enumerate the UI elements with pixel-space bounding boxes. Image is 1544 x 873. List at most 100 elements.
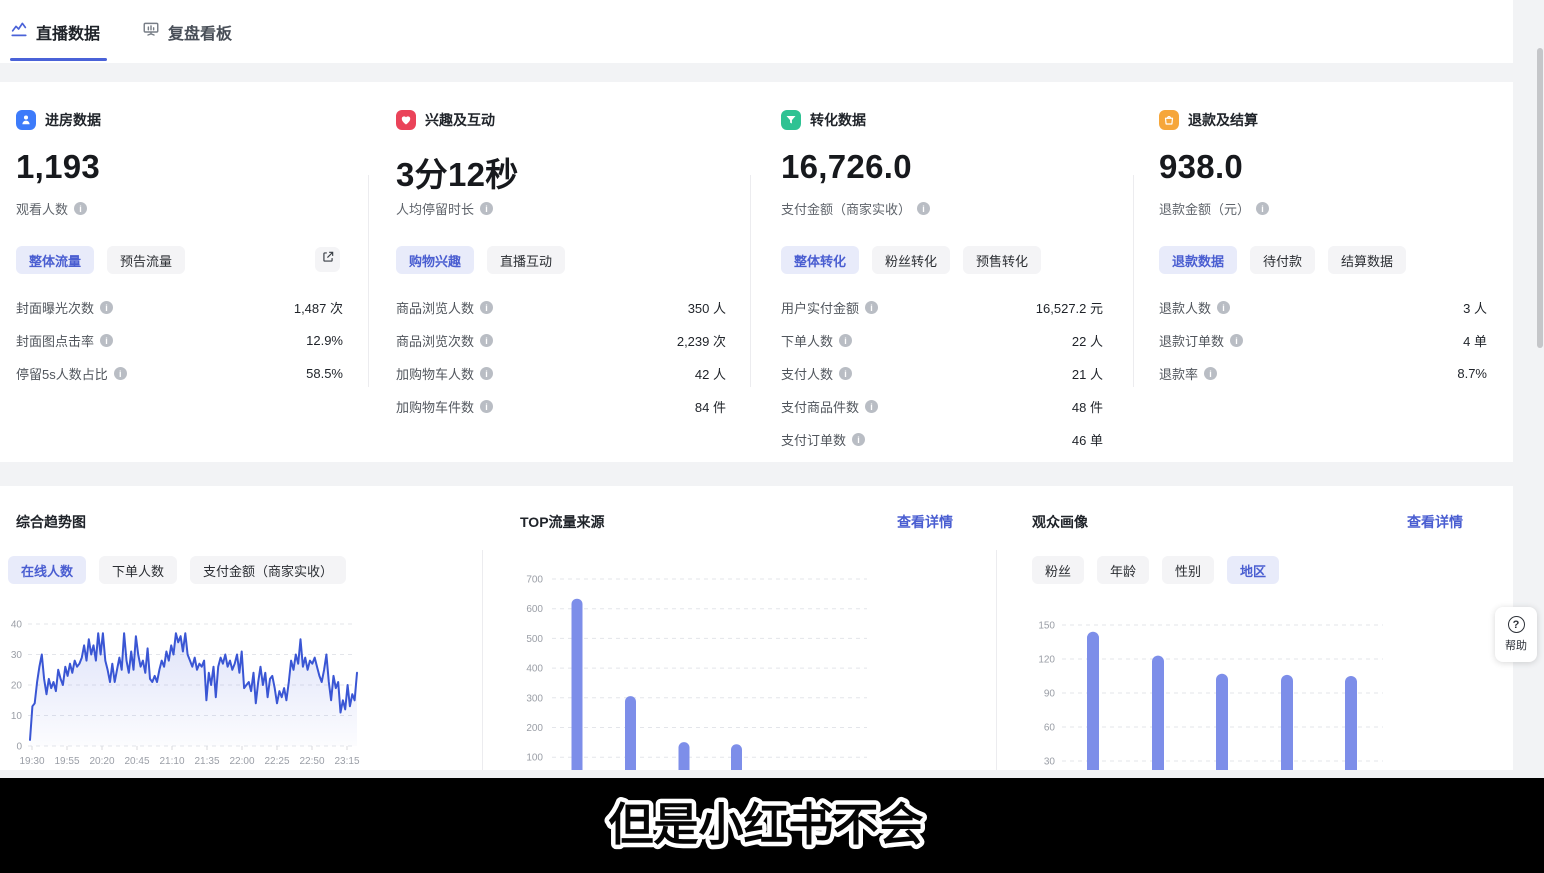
card-title: 转化数据 — [810, 110, 866, 130]
svg-text:20: 20 — [11, 681, 23, 692]
metric-label-text: 加购物车件数 — [396, 397, 474, 416]
subtitle-text: 但是小红书不会 — [608, 799, 923, 850]
info-icon[interactable]: i — [480, 367, 493, 380]
card-1-chip-1[interactable]: 直播互动 — [487, 246, 565, 274]
svg-text:22:25: 22:25 — [264, 756, 289, 767]
metric-label: 支付人数i — [781, 364, 852, 383]
svg-text:20:45: 20:45 — [124, 756, 149, 767]
metric-row: 下单人数i22 人 — [781, 324, 1103, 357]
metric-row: 退款人数 i 3 人 — [1159, 291, 1487, 324]
card-big-label-text: 退款金额（元） — [1159, 199, 1250, 218]
info-icon[interactable]: i — [839, 334, 852, 347]
stats-panel: 进房数据1,193观看人数i整体流量预告流量封面曝光次数i1,487 次封面图点… — [0, 82, 1513, 462]
metric-label: 商品浏览次数i — [396, 331, 493, 350]
metric-value: 350 人 — [688, 298, 726, 317]
metric-label: 封面图点击率 i — [16, 331, 113, 350]
card-metric-rows: 退款人数i3 人退款订单数i4 单退款率i8.7% — [1159, 291, 1487, 390]
svg-text:200: 200 — [526, 723, 543, 734]
card-title: 退款及结算 — [1188, 110, 1258, 130]
metric-value: 42 人 — [695, 364, 726, 383]
svg-text:22:50: 22:50 — [299, 756, 324, 767]
info-icon[interactable]: i — [100, 334, 113, 347]
metric-value: 1,487 次 — [294, 298, 343, 317]
info-icon[interactable]: i — [480, 202, 493, 215]
info-icon[interactable]: i — [839, 367, 852, 380]
metric-label: 退款人数 i — [1159, 298, 1230, 317]
card-3-chip-1[interactable]: 待付款 — [1250, 246, 1315, 274]
info-icon[interactable]: i — [480, 400, 493, 413]
card-2-chip-0[interactable]: 整体转化 — [781, 246, 859, 274]
info-icon[interactable]: i — [480, 334, 493, 347]
trend-chips-row: 在线人数下单人数支付金额（商家实收） — [8, 556, 346, 584]
card-big-label: 支付金额（商家实收）i — [781, 199, 930, 218]
card-chips-row: 整体流量预告流量 — [16, 246, 185, 274]
info-icon[interactable]: i — [865, 400, 878, 413]
line-chart-icon — [10, 20, 28, 43]
card-0-chip-0[interactable]: 整体流量 — [16, 246, 94, 274]
metric-label-text: 退款订单数 — [1159, 331, 1224, 350]
metric-label-text: 停留5s人数占比 — [16, 364, 108, 383]
stat-card-3: 退款及结算 938.0 退款金额（元） i 退款数据待付款结算数据退款人数 i 3 人退款订… — [1159, 82, 1487, 462]
metric-value: 2,239 次 — [677, 331, 726, 350]
metric-label-text: 封面图点击率 — [16, 331, 94, 350]
info-icon[interactable]: i — [1217, 301, 1230, 314]
tab-live-data[interactable]: 直播数据 — [10, 20, 100, 44]
card-2-chip-1[interactable]: 粉丝转化 — [872, 246, 950, 274]
traffic-bar-chart: 700600500400300200100 — [482, 546, 996, 770]
metric-label: 退款订单数 i — [1159, 331, 1243, 350]
card-2-chip-2[interactable]: 预售转化 — [963, 246, 1041, 274]
card-3-chip-2[interactable]: 结算数据 — [1328, 246, 1406, 274]
metric-row: 封面曝光次数i1,487 次 — [16, 291, 343, 324]
tab-review-board[interactable]: 复盘看板 — [142, 20, 232, 44]
info-icon[interactable]: i — [480, 301, 493, 314]
section-divider — [996, 550, 997, 770]
info-icon[interactable]: i — [100, 301, 113, 314]
info-icon[interactable]: i — [865, 301, 878, 314]
trend-chip-1[interactable]: 下单人数 — [99, 556, 177, 584]
metric-label: 商品浏览人数i — [396, 298, 493, 317]
stat-card-0: 进房数据1,193观看人数i整体流量预告流量封面曝光次数i1,487 次封面图点… — [16, 82, 343, 462]
metric-label: 退款率i — [1159, 364, 1217, 383]
traffic-detail-link[interactable]: 查看详情 — [897, 512, 953, 532]
external-link-button[interactable] — [315, 247, 340, 272]
info-icon[interactable]: i — [852, 433, 865, 446]
svg-text:40: 40 — [11, 620, 23, 631]
svg-text:21:35: 21:35 — [194, 756, 219, 767]
metric-value: 8.7% — [1457, 366, 1487, 381]
svg-text:120: 120 — [1038, 655, 1055, 666]
info-icon[interactable]: i — [74, 202, 87, 215]
question-icon: ? — [1508, 616, 1525, 633]
card-header: 退款及结算 — [1159, 110, 1258, 130]
metric-row: 封面图点击率i12.9% — [16, 324, 343, 357]
card-1-chip-0[interactable]: 购物兴趣 — [396, 246, 474, 274]
card-big-label: 退款金额（元） i — [1159, 199, 1269, 218]
trend-chip-0[interactable]: 在线人数 — [8, 556, 86, 584]
metric-label-text: 下单人数 — [781, 331, 833, 350]
metric-label-text: 退款人数 — [1159, 298, 1211, 317]
metric-row: 支付订单数i46 单 — [781, 423, 1103, 456]
help-label: 帮助 — [1505, 637, 1527, 653]
metric-row: 支付商品件数i48 件 — [781, 390, 1103, 423]
scrollbar[interactable] — [1537, 48, 1543, 348]
metric-value: 3 人 — [1463, 298, 1487, 317]
card-big-number: 938.0 — [1159, 148, 1243, 186]
info-icon[interactable]: i — [1204, 367, 1217, 380]
card-chips-row: 购物兴趣直播互动 — [396, 246, 565, 274]
trend-line-chart: 40302010019:3019:5520:2020:4521:1021:352… — [0, 586, 480, 770]
card-0-chip-1[interactable]: 预告流量 — [107, 246, 185, 274]
info-icon[interactable]: i — [1256, 202, 1269, 215]
help-button[interactable]: ? 帮助 — [1495, 607, 1537, 662]
metric-value: 48 件 — [1072, 397, 1103, 416]
card-chips-row: 整体转化粉丝转化预售转化 — [781, 246, 1041, 274]
metric-value: 46 单 — [1072, 430, 1103, 449]
metric-value: 21 人 — [1072, 364, 1103, 383]
card-header: 进房数据 — [16, 110, 101, 130]
card-3-chip-0[interactable]: 退款数据 — [1159, 246, 1237, 274]
stat-card-2: 转化数据16,726.0支付金额（商家实收）i整体转化粉丝转化预售转化用户实付金… — [781, 82, 1103, 462]
info-icon[interactable]: i — [917, 202, 930, 215]
metric-label-text: 用户实付金额 — [781, 298, 859, 317]
trend-chip-2[interactable]: 支付金额（商家实收） — [190, 556, 346, 584]
info-icon[interactable]: i — [114, 367, 127, 380]
info-icon[interactable]: i — [1230, 334, 1243, 347]
audience-detail-link[interactable]: 查看详情 — [1407, 512, 1463, 532]
